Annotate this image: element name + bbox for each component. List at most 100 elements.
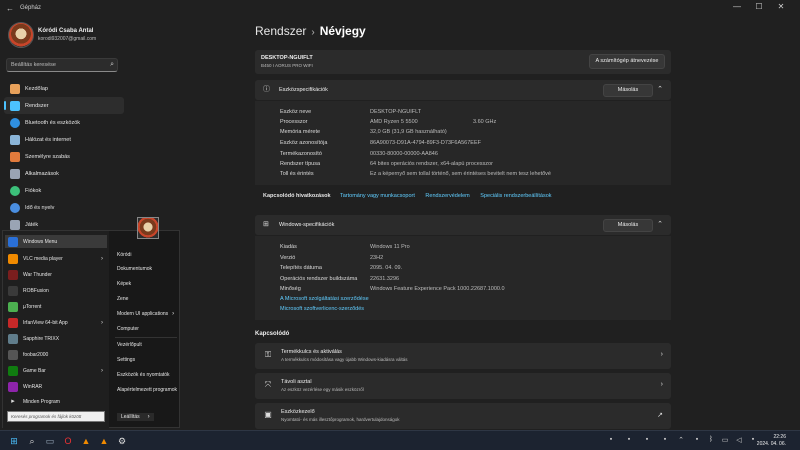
start-app-vlc[interactable]: VLC media player › bbox=[5, 252, 107, 265]
spec-label: Termékazonosító bbox=[280, 151, 322, 157]
link-advanced-system-settings[interactable]: Speciális rendszerbeállítások bbox=[480, 193, 551, 199]
start-app-war-thunder[interactable]: War Thunder bbox=[5, 268, 107, 281]
chevron-right-icon: › bbox=[311, 27, 315, 38]
related-item-product-key[interactable]: ⚿ Termékkulcs és aktiválás A termékkulcs… bbox=[255, 343, 671, 369]
spec-value: Windows Feature Experience Pack 1000.226… bbox=[370, 286, 505, 292]
chevron-right-icon: › bbox=[101, 255, 103, 262]
sidebar-item-apps[interactable]: Alkalmazások bbox=[4, 165, 124, 182]
rename-pc-button[interactable]: A számítógép átnevezése bbox=[589, 54, 665, 69]
clock-date: 2024. 04. 06. bbox=[756, 441, 786, 447]
device-specs-header[interactable]: ⓘ Eszközspecifikációk Másolás ⌃ bbox=[255, 80, 671, 100]
user-profile[interactable]: Kóródi Csaba Antal korodi932007@gmail.co… bbox=[6, 22, 126, 52]
tray-app-icon[interactable]: ▪ bbox=[624, 436, 634, 443]
shutdown-button[interactable]: Leállítás › bbox=[117, 413, 154, 421]
sidebar-item-accounts[interactable]: Fiókok bbox=[4, 182, 124, 199]
chevron-up-icon[interactable]: ⌃ bbox=[676, 436, 686, 444]
maximize-icon[interactable]: ☐ bbox=[752, 2, 766, 11]
chevron-up-icon[interactable]: ⌃ bbox=[657, 220, 663, 228]
spec-label: Memória mérete bbox=[280, 129, 321, 135]
copy-device-specs-button[interactable]: Másolás bbox=[603, 84, 653, 97]
close-icon[interactable]: ✕ bbox=[774, 2, 788, 11]
back-arrow-icon[interactable]: ← bbox=[6, 4, 14, 13]
start-place-control-panel[interactable]: Vezérlőpult bbox=[117, 342, 142, 348]
sidebar-item-personalization[interactable]: Személyre szabás bbox=[4, 148, 124, 165]
sidebar-item-label: Játék bbox=[25, 221, 39, 228]
start-app-robfusion[interactable]: ROBFusion bbox=[5, 284, 107, 297]
related-item-remote-desktop[interactable]: ⤧ Távoli asztal Az eszköz vezérlése egy … bbox=[255, 373, 671, 399]
sidebar-item-bluetooth[interactable]: Bluetooth és eszközök bbox=[4, 114, 124, 131]
user-picture[interactable] bbox=[137, 217, 159, 239]
start-search-placeholder: Keresés programok és fájlok között bbox=[11, 414, 82, 419]
all-programs-button[interactable]: ▸ Minden Program bbox=[5, 396, 107, 407]
spec-value: Ez a képernyő sem tollal történő, sem ér… bbox=[370, 171, 551, 177]
copy-windows-specs-button[interactable]: Másolás bbox=[603, 219, 653, 232]
start-place-modern-ui[interactable]: Modern UI applications › bbox=[117, 311, 174, 317]
start-app-sapphire-trixx[interactable]: Sapphire TRIXX bbox=[5, 332, 107, 345]
sidebar-item-system[interactable]: Rendszer bbox=[4, 97, 124, 114]
sidebar-item-time-language[interactable]: Idő és nyelv bbox=[4, 199, 124, 216]
start-place-pictures[interactable]: Képek bbox=[117, 281, 131, 287]
tray-app-icon[interactable]: ▪ bbox=[642, 436, 652, 443]
chevron-up-icon[interactable]: ⌃ bbox=[657, 85, 663, 93]
start-place-devices-printers[interactable]: Eszközök és nyomtatók bbox=[117, 372, 170, 378]
start-place-music[interactable]: Zene bbox=[117, 296, 128, 302]
vlc-icon[interactable]: ▲ bbox=[98, 435, 110, 447]
info-icon: ⓘ bbox=[263, 86, 270, 93]
windows-specs-header[interactable]: ⊞ Windows-specifikációk Másolás ⌃ bbox=[255, 215, 671, 235]
tray-app-icon[interactable]: ▪ bbox=[606, 436, 616, 443]
start-place-user[interactable]: Kóródi bbox=[117, 252, 131, 258]
cpu-frequency: 3.60 GHz bbox=[473, 119, 497, 125]
title-bar: ← Gépház — ☐ ✕ bbox=[0, 0, 800, 18]
sidebar-item-home[interactable]: Kezdőlap bbox=[4, 80, 124, 97]
link-domain-workgroup[interactable]: Tartomány vagy munkacsoport bbox=[340, 193, 415, 199]
start-app-label: IrfanView 64-bit App bbox=[23, 319, 68, 326]
link-microsoft-license-terms[interactable]: Microsoft szoftverlicenc-szerződés bbox=[280, 306, 364, 312]
related-item-title: Termékkulcs és aktiválás bbox=[281, 349, 342, 355]
related-title: Kapcsolódó bbox=[255, 331, 290, 337]
start-app-game-bar[interactable]: Game Bar › bbox=[5, 364, 107, 377]
clock[interactable]: 22:26 2024. 04. 06. bbox=[757, 434, 786, 448]
start-app-foobar2000[interactable]: foobar2000 bbox=[5, 348, 107, 361]
sidebar-item-label: Alkalmazások bbox=[25, 170, 59, 177]
start-place-computer[interactable]: Computer bbox=[117, 326, 139, 332]
bluetooth-icon[interactable]: ᛒ bbox=[706, 436, 716, 443]
start-place-documents[interactable]: Dokumentumok bbox=[117, 266, 152, 272]
start-app-windows-menu[interactable]: Windows Menu bbox=[5, 235, 107, 248]
search-icon[interactable]: ⌕ bbox=[26, 435, 38, 447]
settings-gear-icon[interactable]: ⚙ bbox=[116, 435, 128, 447]
related-item-subtitle: Az eszköz vezérlése egy másik eszközről bbox=[281, 387, 364, 392]
tray-app-icon[interactable]: ▪ bbox=[692, 436, 702, 443]
windows-start-icon[interactable]: ⊞ bbox=[8, 435, 20, 447]
taskbar: ⊞ ⌕ ▭ O ▲ ▲ ⚙ ▪ ▪ ▪ ▪ ⌃ ▪ ᛒ ▭ ◁ ▪ 22:26 … bbox=[0, 430, 800, 450]
windows-logo-icon: ⊞ bbox=[263, 221, 269, 228]
start-place-settings[interactable]: Settings bbox=[117, 357, 135, 363]
spec-label: Telepítés dátuma bbox=[280, 265, 322, 271]
breadcrumb-parent[interactable]: Rendszer bbox=[255, 24, 306, 38]
start-menu-programs: Windows Menu VLC media player › War Thund… bbox=[3, 231, 109, 429]
vlc-icon[interactable]: ▲ bbox=[80, 435, 92, 447]
start-menu-divider bbox=[115, 337, 177, 338]
irfanview-icon bbox=[8, 317, 18, 328]
related-item-subtitle: A termékkulcs módosítása vagy újabb Wind… bbox=[281, 357, 408, 362]
settings-search-input[interactable]: Beállítás keresése ⌕ bbox=[6, 58, 118, 72]
link-microsoft-services-agreement[interactable]: A Microsoft szolgáltatási szerződése bbox=[280, 296, 369, 302]
start-app-utorrent[interactable]: µTorrent bbox=[5, 300, 107, 313]
search-icon: ⌕ bbox=[110, 61, 114, 68]
tray-app-icon[interactable]: ▪ bbox=[660, 436, 670, 443]
volume-icon[interactable]: ◁ bbox=[734, 436, 744, 444]
opera-icon[interactable]: O bbox=[62, 435, 74, 447]
related-item-device-manager[interactable]: ▣ Eszközkezelő Nyomtató- és más illesztő… bbox=[255, 403, 671, 429]
start-app-irfanview[interactable]: IrfanView 64-bit App › bbox=[5, 316, 107, 329]
network-icon[interactable]: ▭ bbox=[720, 436, 730, 444]
key-icon: ⚿ bbox=[264, 350, 272, 359]
file-explorer-icon[interactable]: ▭ bbox=[44, 435, 56, 447]
windows-menu-icon bbox=[8, 236, 18, 247]
home-icon bbox=[10, 83, 20, 94]
start-app-winrar[interactable]: WinRAR bbox=[5, 380, 107, 393]
start-search-input[interactable]: Keresés programok és fájlok között bbox=[7, 411, 105, 422]
minimize-icon[interactable]: — bbox=[730, 2, 744, 11]
all-programs-label: Minden Program bbox=[23, 398, 60, 405]
start-place-default-programs[interactable]: Alapértelmezett programok bbox=[117, 387, 177, 393]
link-system-protection[interactable]: Rendszervédelem bbox=[425, 193, 469, 199]
sidebar-item-network[interactable]: Hálózat és internet bbox=[4, 131, 124, 148]
